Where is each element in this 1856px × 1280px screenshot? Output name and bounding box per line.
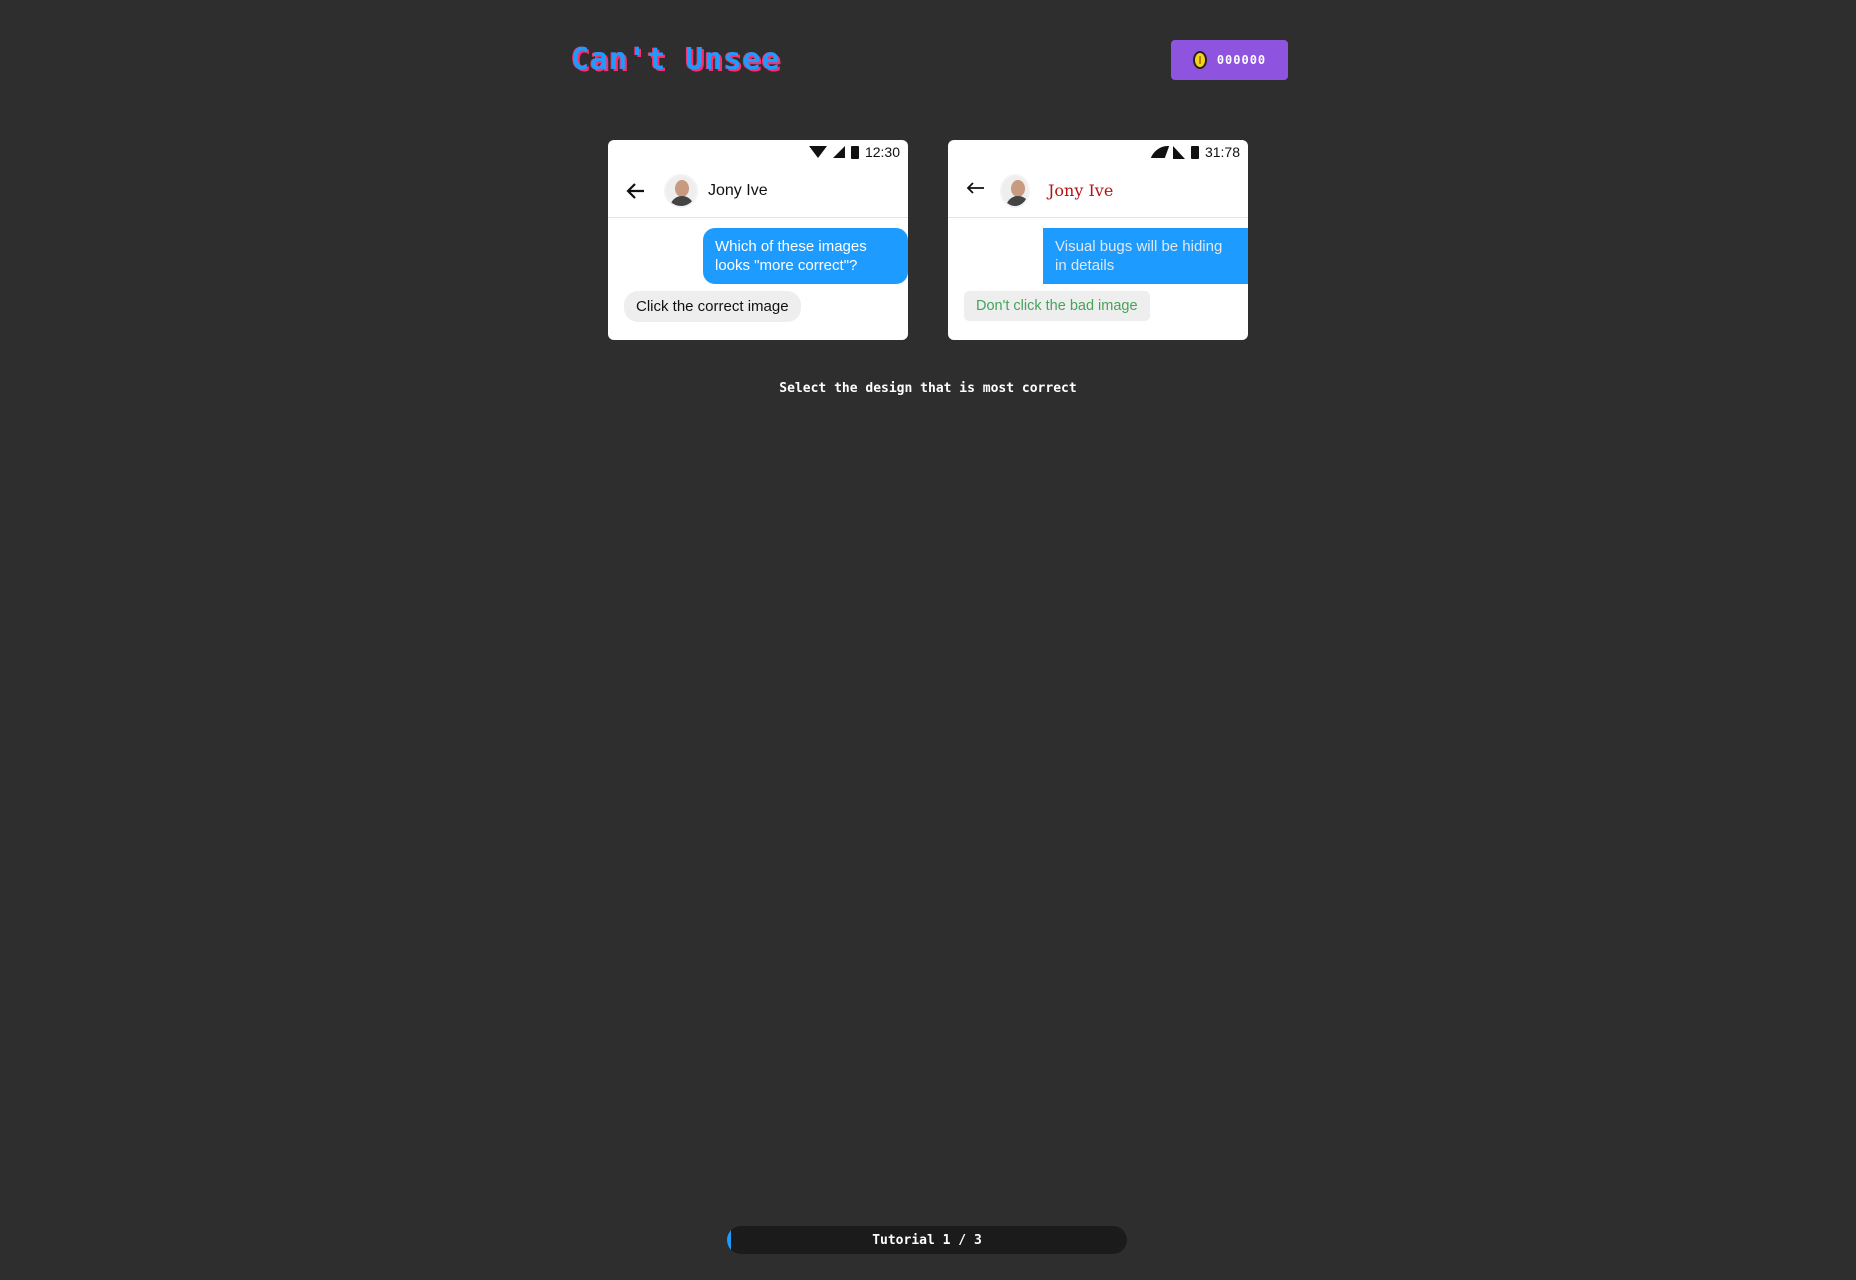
signal-icon: [1172, 145, 1185, 159]
signal-icon: [832, 146, 845, 158]
outgoing-message: Visual bugs will be hiding in details: [1043, 228, 1248, 284]
outgoing-message: Which of these images looks "more correc…: [703, 228, 908, 284]
chat-header: Jony Ive: [948, 164, 1248, 218]
avatar: [664, 173, 698, 208]
status-time: 12:30: [864, 144, 900, 160]
status-bar: 12:30: [608, 140, 908, 164]
chat-header: Jony Ive: [608, 164, 908, 218]
coin-icon: [1192, 51, 1207, 69]
coin-counter: 000000: [1171, 40, 1288, 80]
avatar: [1000, 173, 1030, 208]
battery-icon: [1190, 145, 1199, 159]
message-list: Visual bugs will be hiding in details Do…: [948, 218, 1248, 331]
game-logo: Can't Unsee: [571, 42, 781, 77]
wifi-icon: [1150, 146, 1170, 158]
status-time: 31:78: [1204, 144, 1240, 160]
incoming-message: Don't click the bad image: [964, 291, 1150, 321]
coin-count: 000000: [1216, 53, 1267, 67]
wifi-icon: [808, 146, 827, 158]
tutorial-progress-bar: Tutorial 1 / 3: [727, 1226, 1127, 1254]
design-option-left[interactable]: 12:30 Jony Ive Which of these images loo…: [608, 140, 908, 340]
design-option-right[interactable]: 31:78 Jony Ive Visual bugs will be hidin…: [948, 140, 1248, 340]
back-arrow-icon: [964, 179, 988, 203]
message-list: Which of these images looks "more correc…: [608, 218, 908, 332]
status-bar: 31:78: [948, 140, 1248, 164]
incoming-message: Click the correct image: [624, 291, 801, 322]
progress-label: Tutorial 1 / 3: [872, 1232, 982, 1248]
back-arrow-icon: [624, 179, 648, 203]
contact-name: Jony Ive: [708, 181, 768, 199]
instruction-text: Select the design that is most correct: [779, 381, 1077, 396]
contact-name: Jony Ive: [1048, 181, 1114, 200]
battery-icon: [850, 145, 859, 159]
